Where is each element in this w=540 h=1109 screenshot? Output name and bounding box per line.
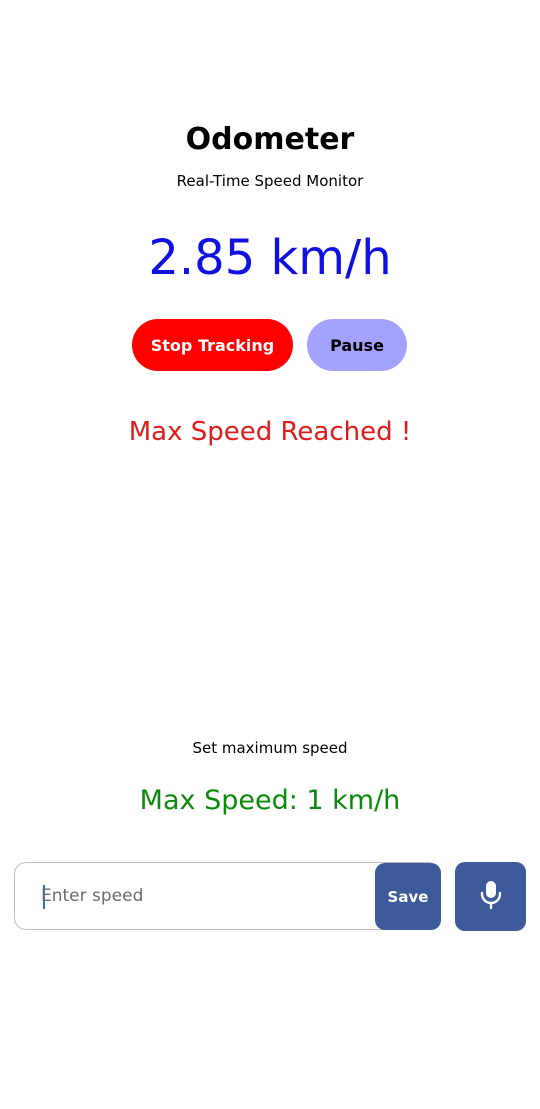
set-max-speed-label: Set maximum speed: [192, 739, 348, 757]
microphone-icon: [479, 880, 503, 913]
current-speed: 2.85 km/h: [148, 230, 392, 286]
speed-input[interactable]: [41, 863, 361, 929]
microphone-button[interactable]: [455, 862, 526, 931]
save-button[interactable]: Save: [375, 863, 441, 930]
stop-tracking-button[interactable]: Stop Tracking: [132, 319, 293, 371]
app-subtitle: Real-Time Speed Monitor: [176, 172, 364, 190]
pause-button[interactable]: Pause: [307, 319, 407, 371]
app-title: Odometer: [185, 122, 355, 157]
max-speed-alert: Max Speed Reached !: [128, 417, 412, 447]
max-speed-value: Max Speed: 1 km/h: [139, 785, 401, 816]
